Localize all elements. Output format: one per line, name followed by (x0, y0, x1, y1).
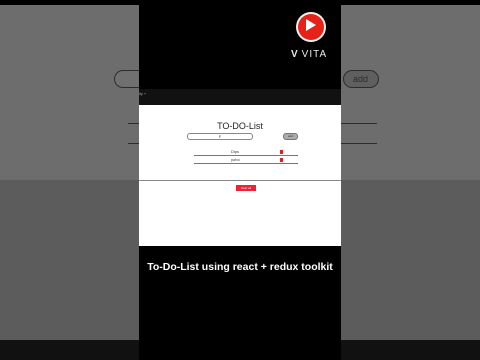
play-triangle-icon (306, 19, 316, 31)
video-content[interactable]: V VITA lly + TO-DO-List F add Dips yoho c… (139, 0, 341, 360)
delete-icon[interactable] (280, 150, 283, 154)
bottom-bar (341, 340, 480, 360)
delete-icon[interactable] (280, 158, 283, 162)
divider (139, 180, 341, 181)
todo-app-screen: TO-DO-List F add Dips yoho clear all (139, 105, 341, 246)
blurred-lower (341, 180, 480, 340)
blurred-input (114, 70, 139, 88)
blurred-line (341, 123, 377, 124)
todo-text: Dips (231, 149, 240, 154)
blurred-background-left (0, 0, 139, 360)
blurred-add-button: add (343, 70, 379, 88)
todo-item: Dips (194, 148, 298, 156)
youtube-play-icon[interactable] (296, 12, 326, 42)
blurred-line (128, 143, 139, 144)
channel-name: VITA (301, 49, 328, 60)
blurred-add-label: add (353, 74, 369, 84)
video-caption: To-Do-List using react + redux toolkit (147, 261, 333, 273)
clear-all-button[interactable]: clear all (236, 185, 256, 191)
blurred-line (128, 123, 139, 124)
app-title: TO-DO-List (217, 121, 263, 131)
blurred-background-right: add (341, 0, 480, 360)
blurred-lower (0, 180, 139, 340)
task-input[interactable]: F (187, 133, 253, 140)
todo-item: yoho (194, 156, 298, 164)
bottom-bar (0, 340, 139, 360)
blurred-line (341, 143, 377, 144)
video-frame: add V VITA lly + TO-DO-List F add Dips y… (0, 0, 480, 360)
channel-mark-icon: V (291, 49, 299, 60)
browser-tab-strip (139, 89, 341, 105)
top-bar (341, 0, 480, 5)
top-bar (0, 0, 139, 5)
todo-text: yoho (231, 157, 240, 162)
add-button[interactable]: add (283, 133, 298, 140)
channel-watermark: V VITA (291, 49, 327, 60)
browser-tab-label: lly + (139, 91, 147, 96)
